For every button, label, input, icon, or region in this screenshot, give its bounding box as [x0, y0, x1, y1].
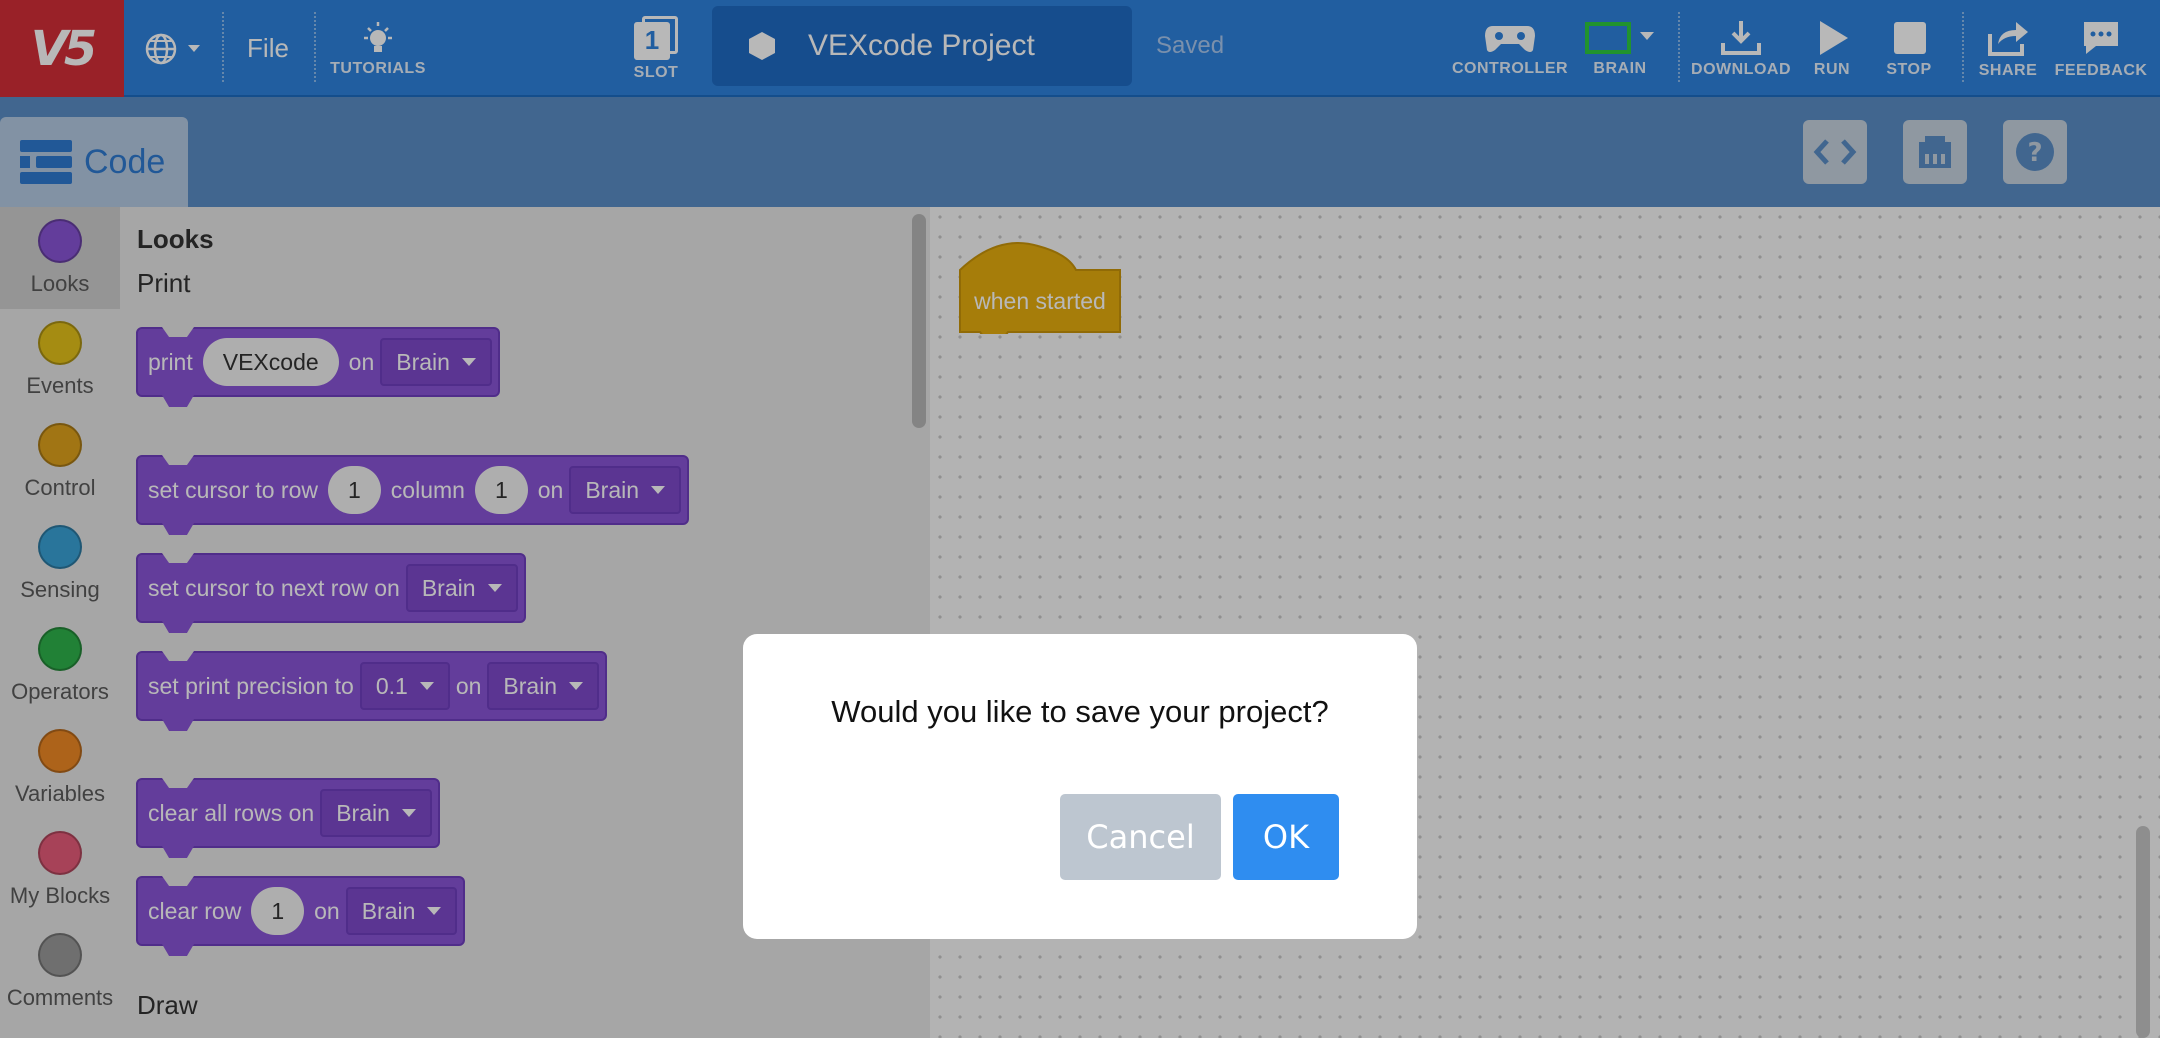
cancel-button[interactable]: Cancel	[1060, 794, 1221, 880]
dialog-message: Would you like to save your project?	[831, 694, 1329, 729]
save-dialog: Would you like to save your project? Can…	[743, 634, 1417, 939]
ok-button[interactable]: OK	[1233, 794, 1339, 880]
